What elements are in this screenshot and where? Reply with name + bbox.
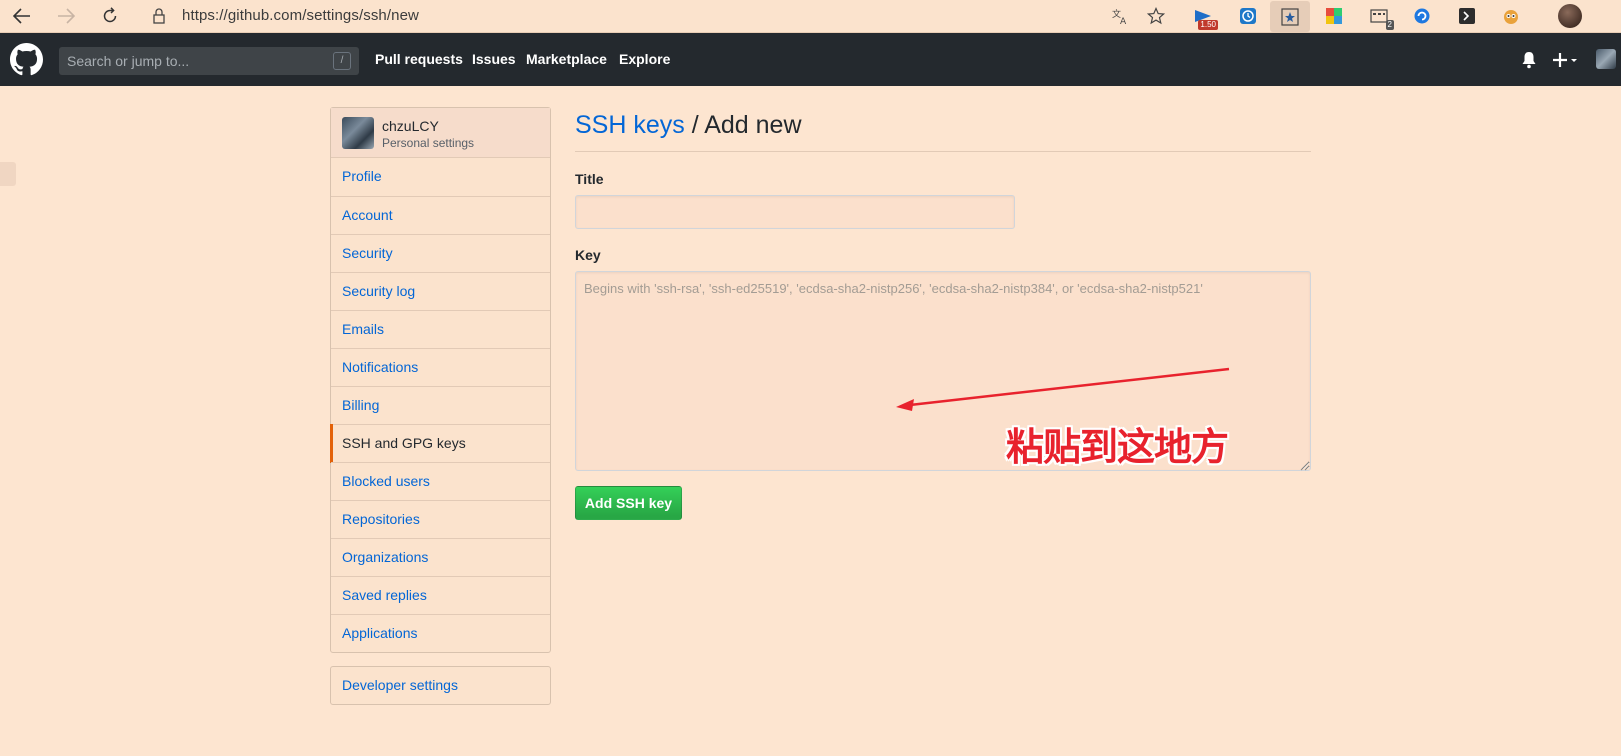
user-avatar-dropdown[interactable]: [1596, 49, 1616, 69]
ssh-keys-breadcrumb-link[interactable]: SSH keys: [575, 111, 685, 139]
nav-explore[interactable]: Explore: [619, 51, 670, 67]
sidebar-username[interactable]: chzuLCY: [382, 118, 439, 134]
resize-grip-icon[interactable]: [1298, 458, 1310, 471]
sidebar-item-profile[interactable]: Profile: [331, 158, 550, 196]
lock-icon: [152, 7, 166, 25]
favorite-star-icon[interactable]: [1145, 5, 1167, 27]
key-label: Key: [575, 247, 601, 263]
terminal-extension-icon[interactable]: [1456, 5, 1478, 27]
sidebar-item-saved-replies[interactable]: Saved replies: [331, 576, 550, 614]
extension-badge: 2: [1385, 20, 1394, 30]
settings-sidebar: chzuLCY Personal settings Profile Account…: [330, 107, 551, 653]
nav-marketplace[interactable]: Marketplace: [526, 51, 607, 67]
flag-extension-icon[interactable]: 1.50: [1192, 5, 1218, 30]
github-header: Search or jump to... / Pull requests Iss…: [0, 33, 1621, 86]
sidebar-item-repositories[interactable]: Repositories: [331, 500, 550, 538]
sidebar-item-developer-settings[interactable]: Developer settings: [330, 666, 551, 705]
sidebar-item-account[interactable]: Account: [331, 196, 550, 234]
sidebar-subtitle: Personal settings: [382, 136, 475, 150]
add-ssh-key-button[interactable]: Add SSH key: [575, 486, 682, 520]
history-extension-icon[interactable]: [1237, 5, 1259, 27]
avatar[interactable]: [342, 117, 374, 149]
search-input[interactable]: Search or jump to... /: [59, 47, 359, 75]
sidebar-item-notifications[interactable]: Notifications: [331, 348, 550, 386]
refresh-icon[interactable]: [97, 4, 123, 28]
sidebar-item-ssh-and-gpg-keys[interactable]: SSH and GPG keys: [330, 424, 550, 463]
sidebar-header: chzuLCY Personal settings: [331, 108, 550, 158]
refresh-extension-icon[interactable]: [1411, 5, 1433, 27]
bell-icon[interactable]: [1521, 51, 1537, 74]
browser-toolbar: https://github.com/settings/ssh/new 文A 1…: [0, 0, 1621, 33]
title-divider: [575, 151, 1311, 152]
plus-dropdown-icon[interactable]: [1553, 52, 1579, 73]
grid-extension-icon[interactable]: 2: [1368, 5, 1394, 30]
sidebar-item-organizations[interactable]: Organizations: [331, 538, 550, 576]
github-logo-icon[interactable]: [10, 43, 43, 76]
back-icon[interactable]: [9, 4, 35, 28]
side-handle[interactable]: [0, 162, 16, 186]
extension-badge: 1.50: [1198, 20, 1218, 30]
mascot-extension-icon[interactable]: [1500, 5, 1522, 27]
sidebar-item-billing[interactable]: Billing: [331, 386, 550, 424]
sidebar-item-applications[interactable]: Applications: [331, 614, 550, 652]
sidebar-item-blocked-users[interactable]: Blocked users: [331, 462, 550, 500]
search-shortcut-key: /: [333, 52, 351, 70]
search-placeholder: Search or jump to...: [67, 53, 190, 69]
title-label: Title: [575, 171, 604, 187]
nav-pull-requests[interactable]: Pull requests: [375, 51, 463, 67]
translate-icon[interactable]: 文A: [1109, 5, 1131, 27]
bookmark-extension-icon[interactable]: [1270, 1, 1310, 32]
nav-issues[interactable]: Issues: [472, 51, 516, 67]
color-extension-icon[interactable]: [1323, 5, 1345, 27]
sidebar-item-security[interactable]: Security: [331, 234, 550, 272]
title-suffix: / Add new: [684, 111, 802, 139]
title-input[interactable]: [575, 195, 1015, 229]
svg-text:A: A: [1120, 17, 1127, 25]
annotation-text: 粘贴到这地方: [1006, 425, 1229, 469]
sidebar-item-security-log[interactable]: Security log: [331, 272, 550, 310]
sidebar-item-emails[interactable]: Emails: [331, 310, 550, 348]
forward-icon[interactable]: [53, 4, 79, 28]
profile-avatar[interactable]: [1558, 4, 1582, 28]
address-bar[interactable]: https://github.com/settings/ssh/new: [182, 7, 419, 24]
page-title: SSH keys / Add new: [575, 111, 802, 140]
